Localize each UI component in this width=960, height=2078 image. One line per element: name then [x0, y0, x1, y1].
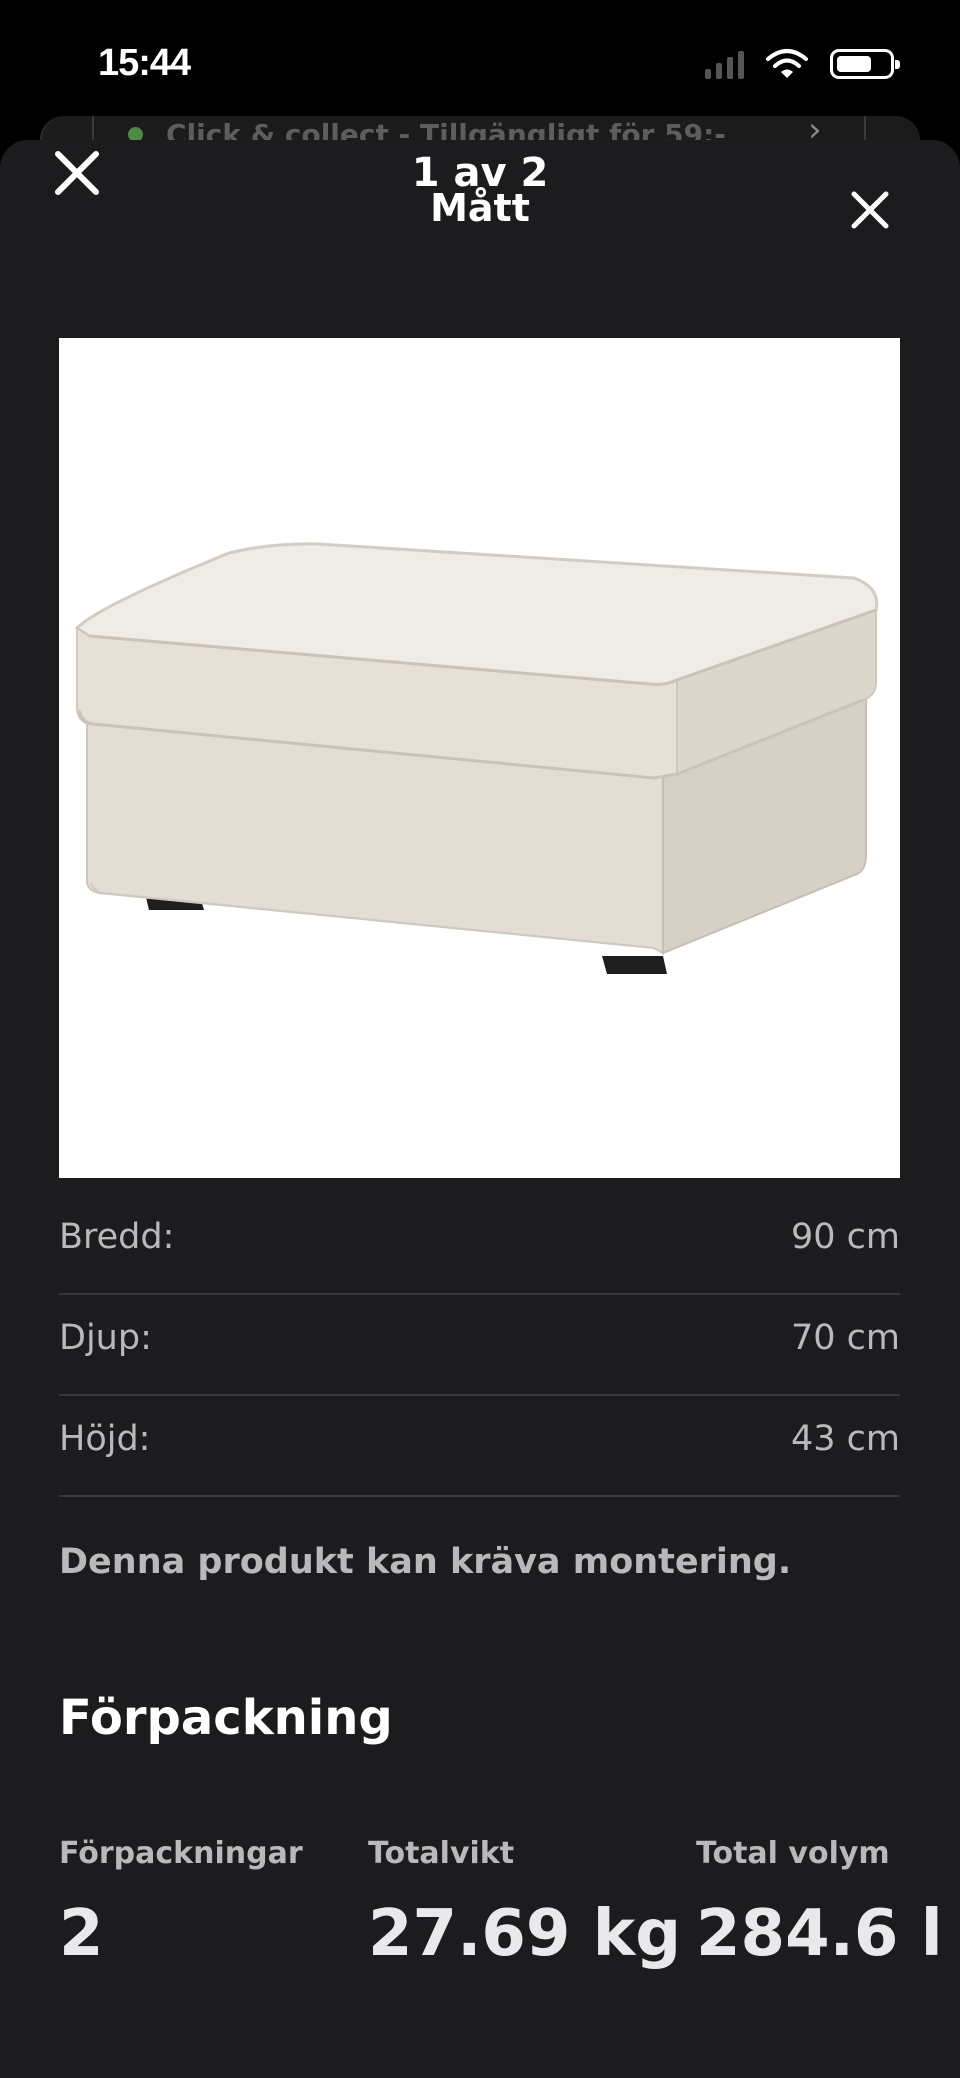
- dimension-label: Höjd:: [59, 1419, 151, 1459]
- packaging-total-volume: Total volym 284.6 l: [696, 1836, 943, 1971]
- status-icons: [705, 48, 900, 80]
- dimension-value: 43 cm: [791, 1419, 900, 1459]
- dimension-row-height: Höjd: 43 cm: [59, 1397, 900, 1497]
- packaging-total-weight: Totalvikt 27.69 kg: [368, 1836, 681, 1971]
- cellular-signal-icon: [705, 49, 744, 79]
- ottoman-illustration: [59, 338, 900, 1178]
- wifi-icon: [766, 49, 808, 78]
- dimension-row-depth: Djup: 70 cm: [59, 1296, 900, 1396]
- packaging-label: Förpackningar: [59, 1836, 303, 1871]
- dimension-row-width: Bredd: 90 cm: [59, 1195, 900, 1295]
- packaging-value: 284.6 l: [696, 1897, 943, 1971]
- dimension-label: Bredd:: [59, 1217, 175, 1257]
- packaging-heading: Förpackning: [59, 1690, 393, 1746]
- dimension-label: Djup:: [59, 1318, 152, 1358]
- packaging-value: 27.69 kg: [368, 1897, 682, 1971]
- dimension-value: 70 cm: [791, 1318, 900, 1358]
- packaging-count: Förpackningar 2: [59, 1836, 303, 1971]
- packaging-label: Totalvikt: [368, 1836, 515, 1871]
- packaging-value: 2: [59, 1897, 104, 1971]
- packaging-label: Total volym: [696, 1836, 890, 1871]
- product-image: [59, 338, 900, 1178]
- assembly-note: Denna produkt kan kräva montering.: [59, 1542, 792, 1582]
- close-icon[interactable]: [848, 188, 892, 232]
- battery-icon: [830, 49, 900, 79]
- status-time: 15:44: [98, 42, 191, 84]
- dimension-value: 90 cm: [791, 1217, 900, 1257]
- sheet-title: Mått: [430, 186, 530, 230]
